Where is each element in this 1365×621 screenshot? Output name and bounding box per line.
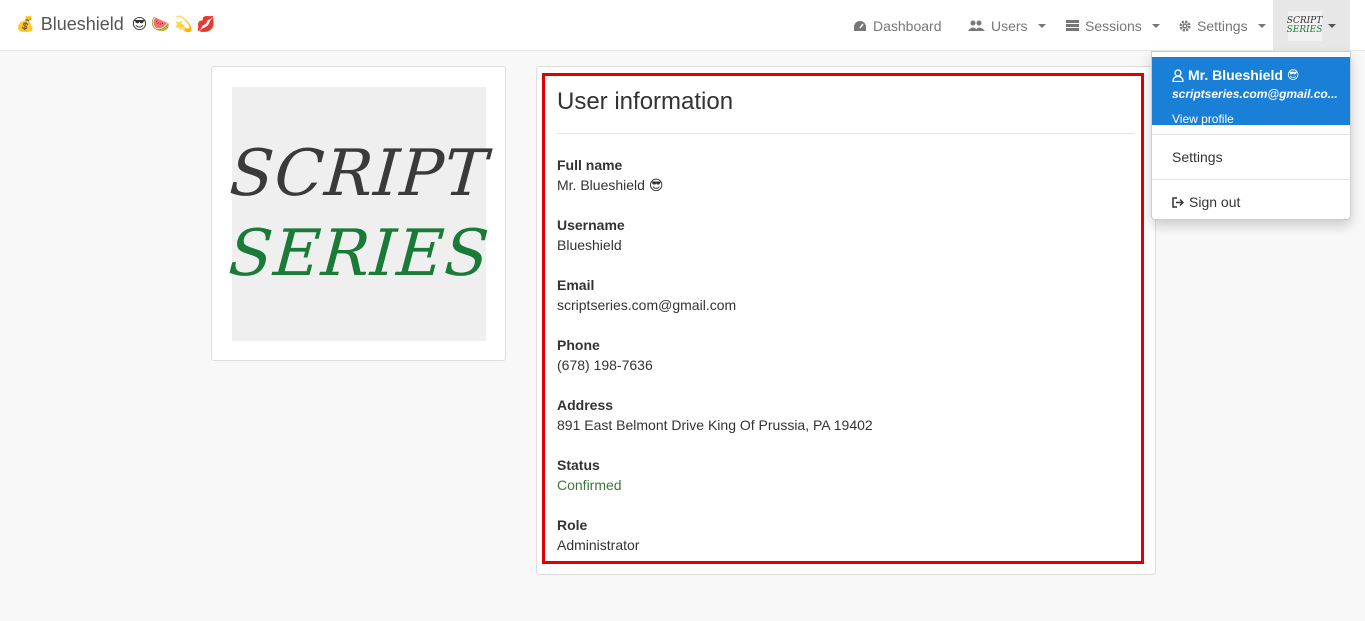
nav-users[interactable]: Users (968, 0, 1046, 51)
divider (1152, 179, 1350, 180)
money-bag-icon: 💰 (16, 16, 35, 33)
nav-users-label: Users (991, 17, 1028, 34)
field-value-role: Administrator (557, 537, 640, 553)
chevron-down-icon (1327, 23, 1336, 28)
chevron-down-icon (1037, 23, 1046, 28)
highlight-box (542, 73, 1144, 564)
divider (557, 133, 1135, 134)
field-label-email: Email (557, 277, 595, 293)
chevron-down-icon (1151, 23, 1160, 28)
sign-out-button[interactable]: Sign out (1172, 194, 1240, 210)
dropdown-user-name: Mr. Blueshield 😎 (1172, 67, 1299, 83)
field-value-username: Blueshield (557, 237, 622, 253)
field-value-phone: (678) 198-7636 (557, 357, 653, 373)
status-badge: Confirmed (557, 477, 622, 493)
sunglasses-emoji-icon: 😎 (131, 16, 148, 33)
nav-settings[interactable]: Settings (1179, 0, 1266, 51)
nav-dashboard[interactable]: Dashboard (853, 0, 942, 51)
field-label-username: Username (557, 217, 625, 233)
dropdown-profile-header[interactable]: Mr. Blueshield 😎 scriptseries.com@gmail.… (1152, 57, 1350, 126)
logo-line-script: SCRIPT (227, 137, 491, 211)
top-navbar: 💰 Blueshield 😎 🍉 💫 💋 Dashboard Users Ses… (0, 0, 1365, 51)
user-icon (1172, 68, 1184, 82)
user-menu-toggle[interactable]: SCRIPT SERIES (1273, 0, 1350, 51)
dropdown-user-email: scriptseries.com@gmail.co... (1172, 87, 1338, 101)
field-value-full-name: Mr. Blueshield 😎 (557, 177, 664, 193)
profile-image-panel: SCRIPT SERIES (211, 66, 506, 361)
sign-out-label: Sign out (1189, 194, 1241, 210)
field-label-status: Status (557, 457, 600, 473)
chevron-down-icon (1257, 23, 1266, 28)
nav-dashboard-label: Dashboard (873, 17, 942, 34)
dropdown-settings-label: Settings (1172, 149, 1223, 165)
nav-sessions[interactable]: Sessions (1066, 0, 1160, 51)
nav-sessions-label: Sessions (1085, 17, 1142, 34)
view-profile-link[interactable]: View profile (1172, 112, 1234, 126)
brand-name[interactable]: Blueshield (41, 14, 124, 35)
dropdown-settings[interactable]: Settings (1172, 149, 1223, 165)
user-dropdown-menu: Mr. Blueshield 😎 scriptseries.com@gmail.… (1151, 51, 1351, 220)
sign-out-icon (1172, 196, 1184, 208)
profile-logo: SCRIPT SERIES (226, 87, 492, 341)
lips-emoji-icon: 💋 (196, 16, 216, 33)
sparkle-emoji-icon: 💫 (174, 16, 193, 33)
watermelon-emoji-icon: 🍉 (151, 16, 171, 33)
users-icon (968, 20, 985, 31)
sunglasses-emoji-icon: 😎 (1286, 68, 1300, 82)
dashboard-gauge-icon (854, 20, 866, 31)
logo-line-series: SERIES (226, 217, 492, 291)
gear-icon (1179, 20, 1191, 31)
user-avatar: SCRIPT SERIES (1287, 10, 1322, 41)
page-title: User information (557, 88, 734, 115)
brand[interactable]: 💰 Blueshield 😎 🍉 💫 💋 (16, 14, 215, 35)
field-label-phone: Phone (557, 337, 600, 353)
field-label-full-name: Full name (557, 157, 623, 173)
nav-settings-label: Settings (1197, 17, 1248, 34)
field-value-email: scriptseries.com@gmail.com (557, 297, 737, 313)
divider (1152, 134, 1350, 135)
field-label-address: Address (557, 397, 614, 413)
list-icon (1066, 20, 1079, 31)
field-label-role: Role (557, 517, 588, 533)
dropdown-user-name-text: Mr. Blueshield (1188, 67, 1283, 83)
field-value-address: 891 East Belmont Drive King Of Prussia, … (557, 417, 873, 433)
